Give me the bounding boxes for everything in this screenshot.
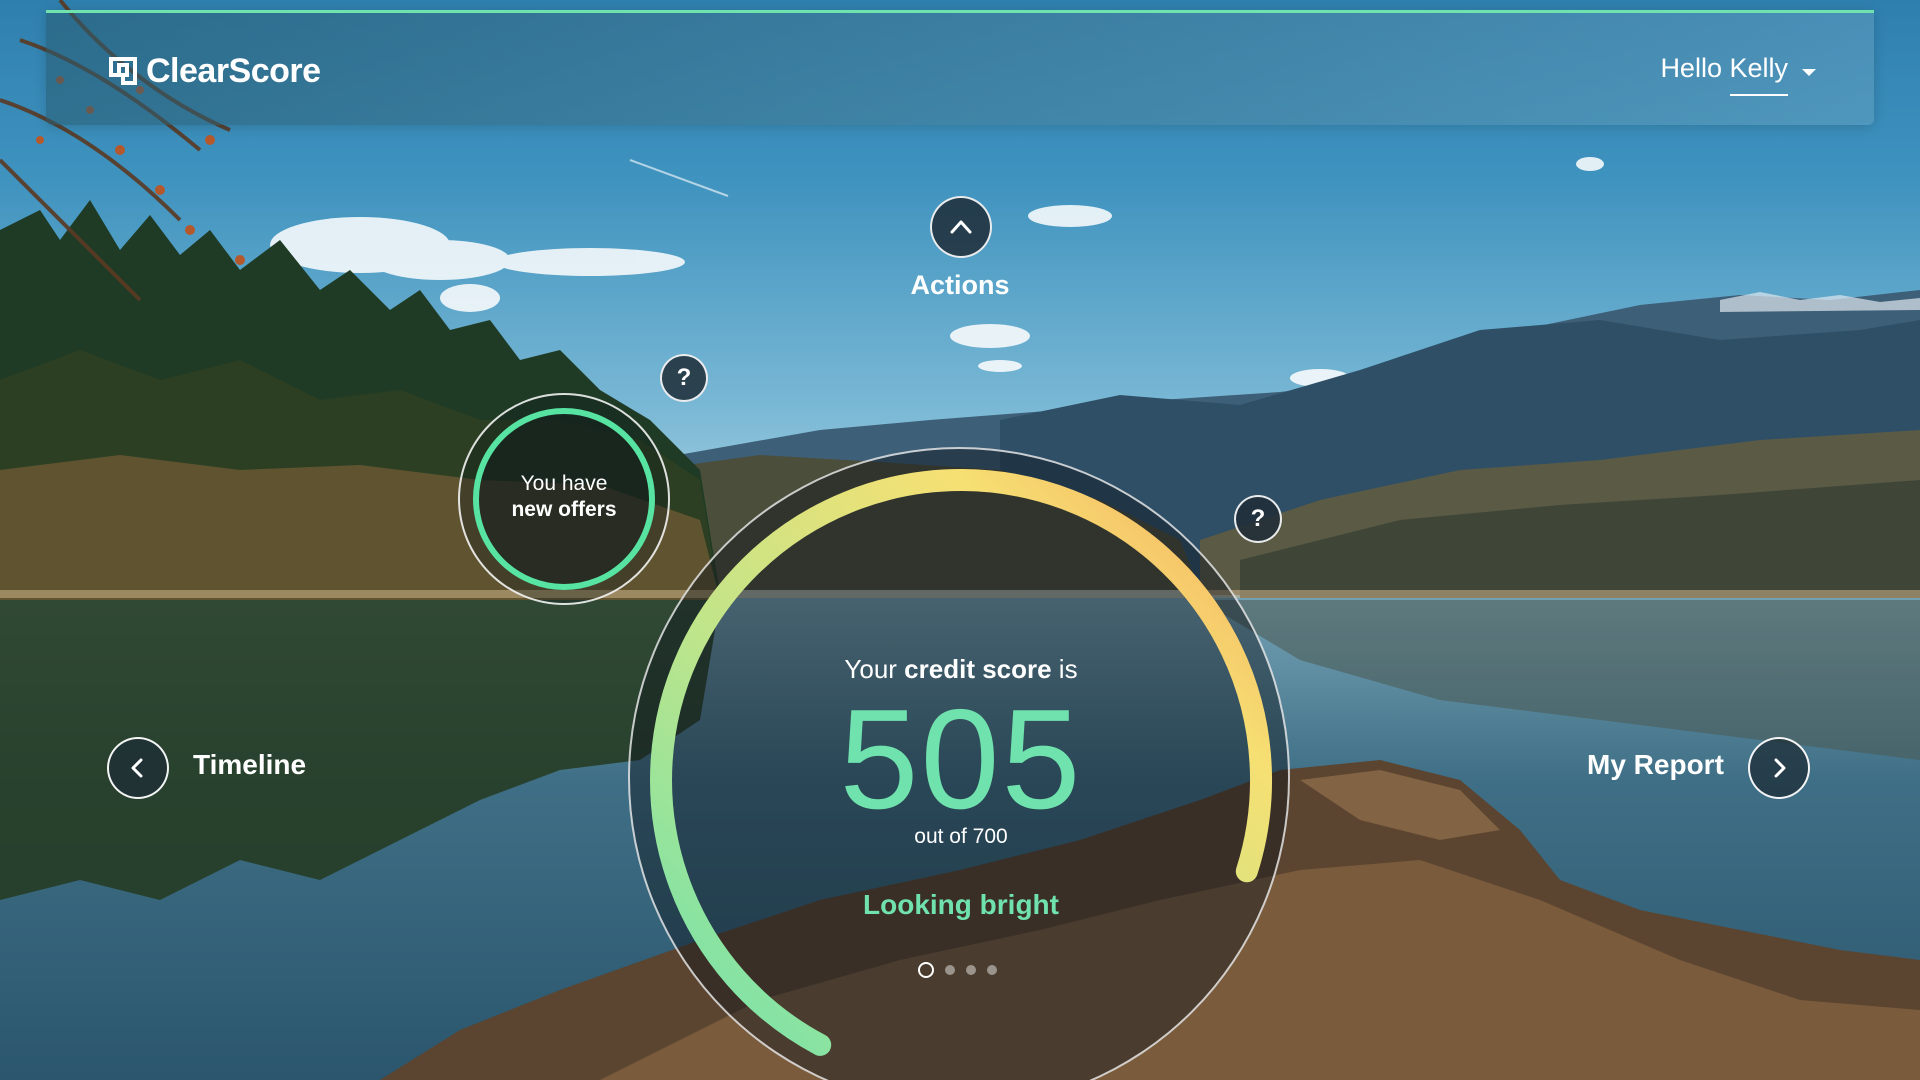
timeline-button[interactable] <box>107 737 169 799</box>
credit-score-dial[interactable]: Your credit score is 505 out of 700 Look… <box>628 447 1290 1080</box>
actions-label[interactable]: Actions <box>860 270 1060 301</box>
user-greeting-underline <box>1730 94 1788 96</box>
brand-name: ClearScore <box>146 51 321 90</box>
timeline-label[interactable]: Timeline <box>193 749 306 781</box>
my-report-label[interactable]: My Report <box>1587 749 1724 781</box>
user-greeting: Hello Kelly <box>1660 53 1788 96</box>
offers-line-1: You have <box>520 472 608 495</box>
user-menu[interactable]: Hello Kelly <box>1660 53 1816 96</box>
chevron-up-icon <box>950 220 972 234</box>
user-greeting-text: Hello Kelly <box>1660 53 1788 83</box>
pager-dot[interactable] <box>966 965 976 975</box>
top-header: ClearScore Hello Kelly <box>46 10 1874 125</box>
actions-button[interactable] <box>930 196 992 258</box>
dial-pager <box>918 962 997 978</box>
pager-dot[interactable] <box>987 965 997 975</box>
caret-down-icon[interactable] <box>1802 69 1816 76</box>
chevron-right-icon <box>1774 758 1786 778</box>
pager-dot[interactable] <box>945 965 955 975</box>
chevron-left-icon <box>131 758 143 778</box>
my-report-button[interactable] <box>1748 737 1810 799</box>
score-status: Looking bright <box>863 889 1059 920</box>
credit-score-value: 505 <box>839 680 1083 839</box>
clearscore-logo-icon <box>108 56 138 86</box>
score-out-of: out of 700 <box>914 825 1008 848</box>
pager-dot[interactable] <box>918 962 934 978</box>
offers-help-button[interactable]: ? <box>660 354 708 402</box>
brand-logo[interactable]: ClearScore <box>108 51 321 91</box>
